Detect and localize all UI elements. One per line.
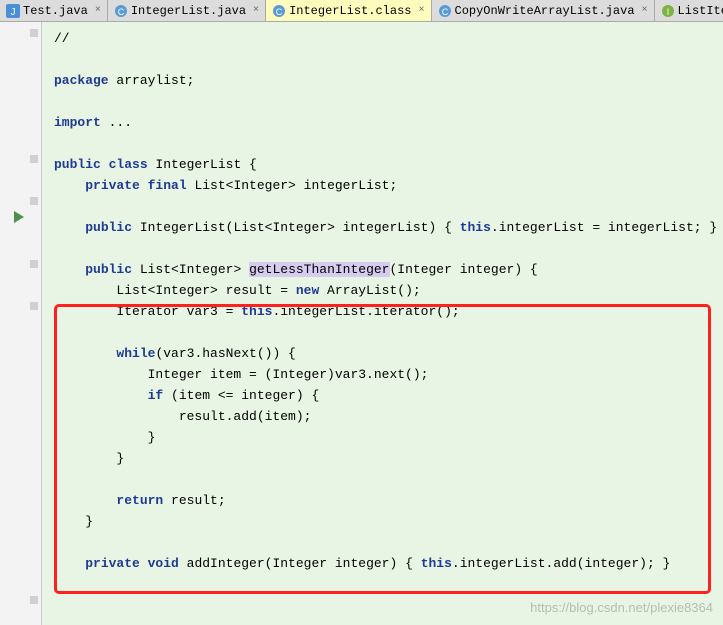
code-line: public IntegerList(List<Integer> integer… <box>54 217 723 238</box>
close-icon[interactable]: × <box>642 5 648 16</box>
tab-integerlist-java[interactable]: C IntegerList.java × <box>108 0 266 21</box>
fold-marker-icon[interactable] <box>30 155 38 163</box>
code-body[interactable]: // package arraylist; import ... public … <box>42 22 723 625</box>
fold-marker-icon[interactable] <box>30 302 38 310</box>
code-line: public class IntegerList { <box>54 154 723 175</box>
tab-listiterator[interactable]: I ListIterator.java × <box>655 0 723 21</box>
code-line <box>54 532 723 553</box>
interface-file-icon: I <box>661 4 675 18</box>
editor-area: // package arraylist; import ... public … <box>0 22 723 625</box>
code-line <box>54 238 723 259</box>
run-icon[interactable] <box>12 210 26 224</box>
tab-copyonwritearraylist[interactable]: C CopyOnWriteArrayList.java × <box>432 0 655 21</box>
tab-test-java[interactable]: J Test.java × <box>0 0 108 21</box>
tab-label: ListIterator.java <box>678 4 723 18</box>
gutter[interactable] <box>0 22 42 625</box>
code-line <box>54 322 723 343</box>
fold-marker-icon[interactable] <box>30 29 38 37</box>
tab-label: CopyOnWriteArrayList.java <box>455 4 635 18</box>
code-line: public List<Integer> getLessThanInteger(… <box>54 259 723 280</box>
class-file-icon: C <box>272 4 286 18</box>
code-line: if (item <= integer) { <box>54 385 723 406</box>
watermark-text: https://blog.csdn.net/plexie8364 <box>530 600 713 615</box>
fold-marker-icon[interactable] <box>30 197 38 205</box>
class-file-icon: C <box>438 4 452 18</box>
code-line: while(var3.hasNext()) { <box>54 343 723 364</box>
svg-text:C: C <box>276 7 283 17</box>
tab-label: Test.java <box>23 4 88 18</box>
java-file-icon: J <box>6 4 20 18</box>
fold-marker-icon[interactable] <box>30 260 38 268</box>
code-line: private void addInteger(Integer integer)… <box>54 553 723 574</box>
code-line: result.add(item); <box>54 406 723 427</box>
class-file-icon: C <box>114 4 128 18</box>
code-line <box>54 49 723 70</box>
code-line <box>54 133 723 154</box>
code-line: } <box>54 448 723 469</box>
tab-label: IntegerList.class <box>289 4 411 18</box>
code-line: List<Integer> result = new ArrayList(); <box>54 280 723 301</box>
code-line: } <box>54 511 723 532</box>
tab-label: IntegerList.java <box>131 4 246 18</box>
svg-text:C: C <box>441 7 448 17</box>
code-line: import ... <box>54 112 723 133</box>
code-line <box>54 469 723 490</box>
code-line <box>54 91 723 112</box>
svg-text:J: J <box>11 7 16 18</box>
svg-text:C: C <box>118 7 125 17</box>
code-line: Iterator var3 = this.integerList.iterato… <box>54 301 723 322</box>
close-icon[interactable]: × <box>253 5 259 16</box>
svg-text:I: I <box>666 7 669 17</box>
tab-integerlist-class[interactable]: C IntegerList.class × <box>266 0 431 21</box>
code-line: package arraylist; <box>54 70 723 91</box>
code-line <box>54 196 723 217</box>
code-line: } <box>54 427 723 448</box>
code-line: return result; <box>54 490 723 511</box>
code-line: // <box>54 28 723 49</box>
close-icon[interactable]: × <box>418 5 424 16</box>
code-line: private final List<Integer> integerList; <box>54 175 723 196</box>
close-icon[interactable]: × <box>95 5 101 16</box>
fold-marker-icon[interactable] <box>30 596 38 604</box>
editor-tabbar: J Test.java × C IntegerList.java × C Int… <box>0 0 723 22</box>
code-line: Integer item = (Integer)var3.next(); <box>54 364 723 385</box>
